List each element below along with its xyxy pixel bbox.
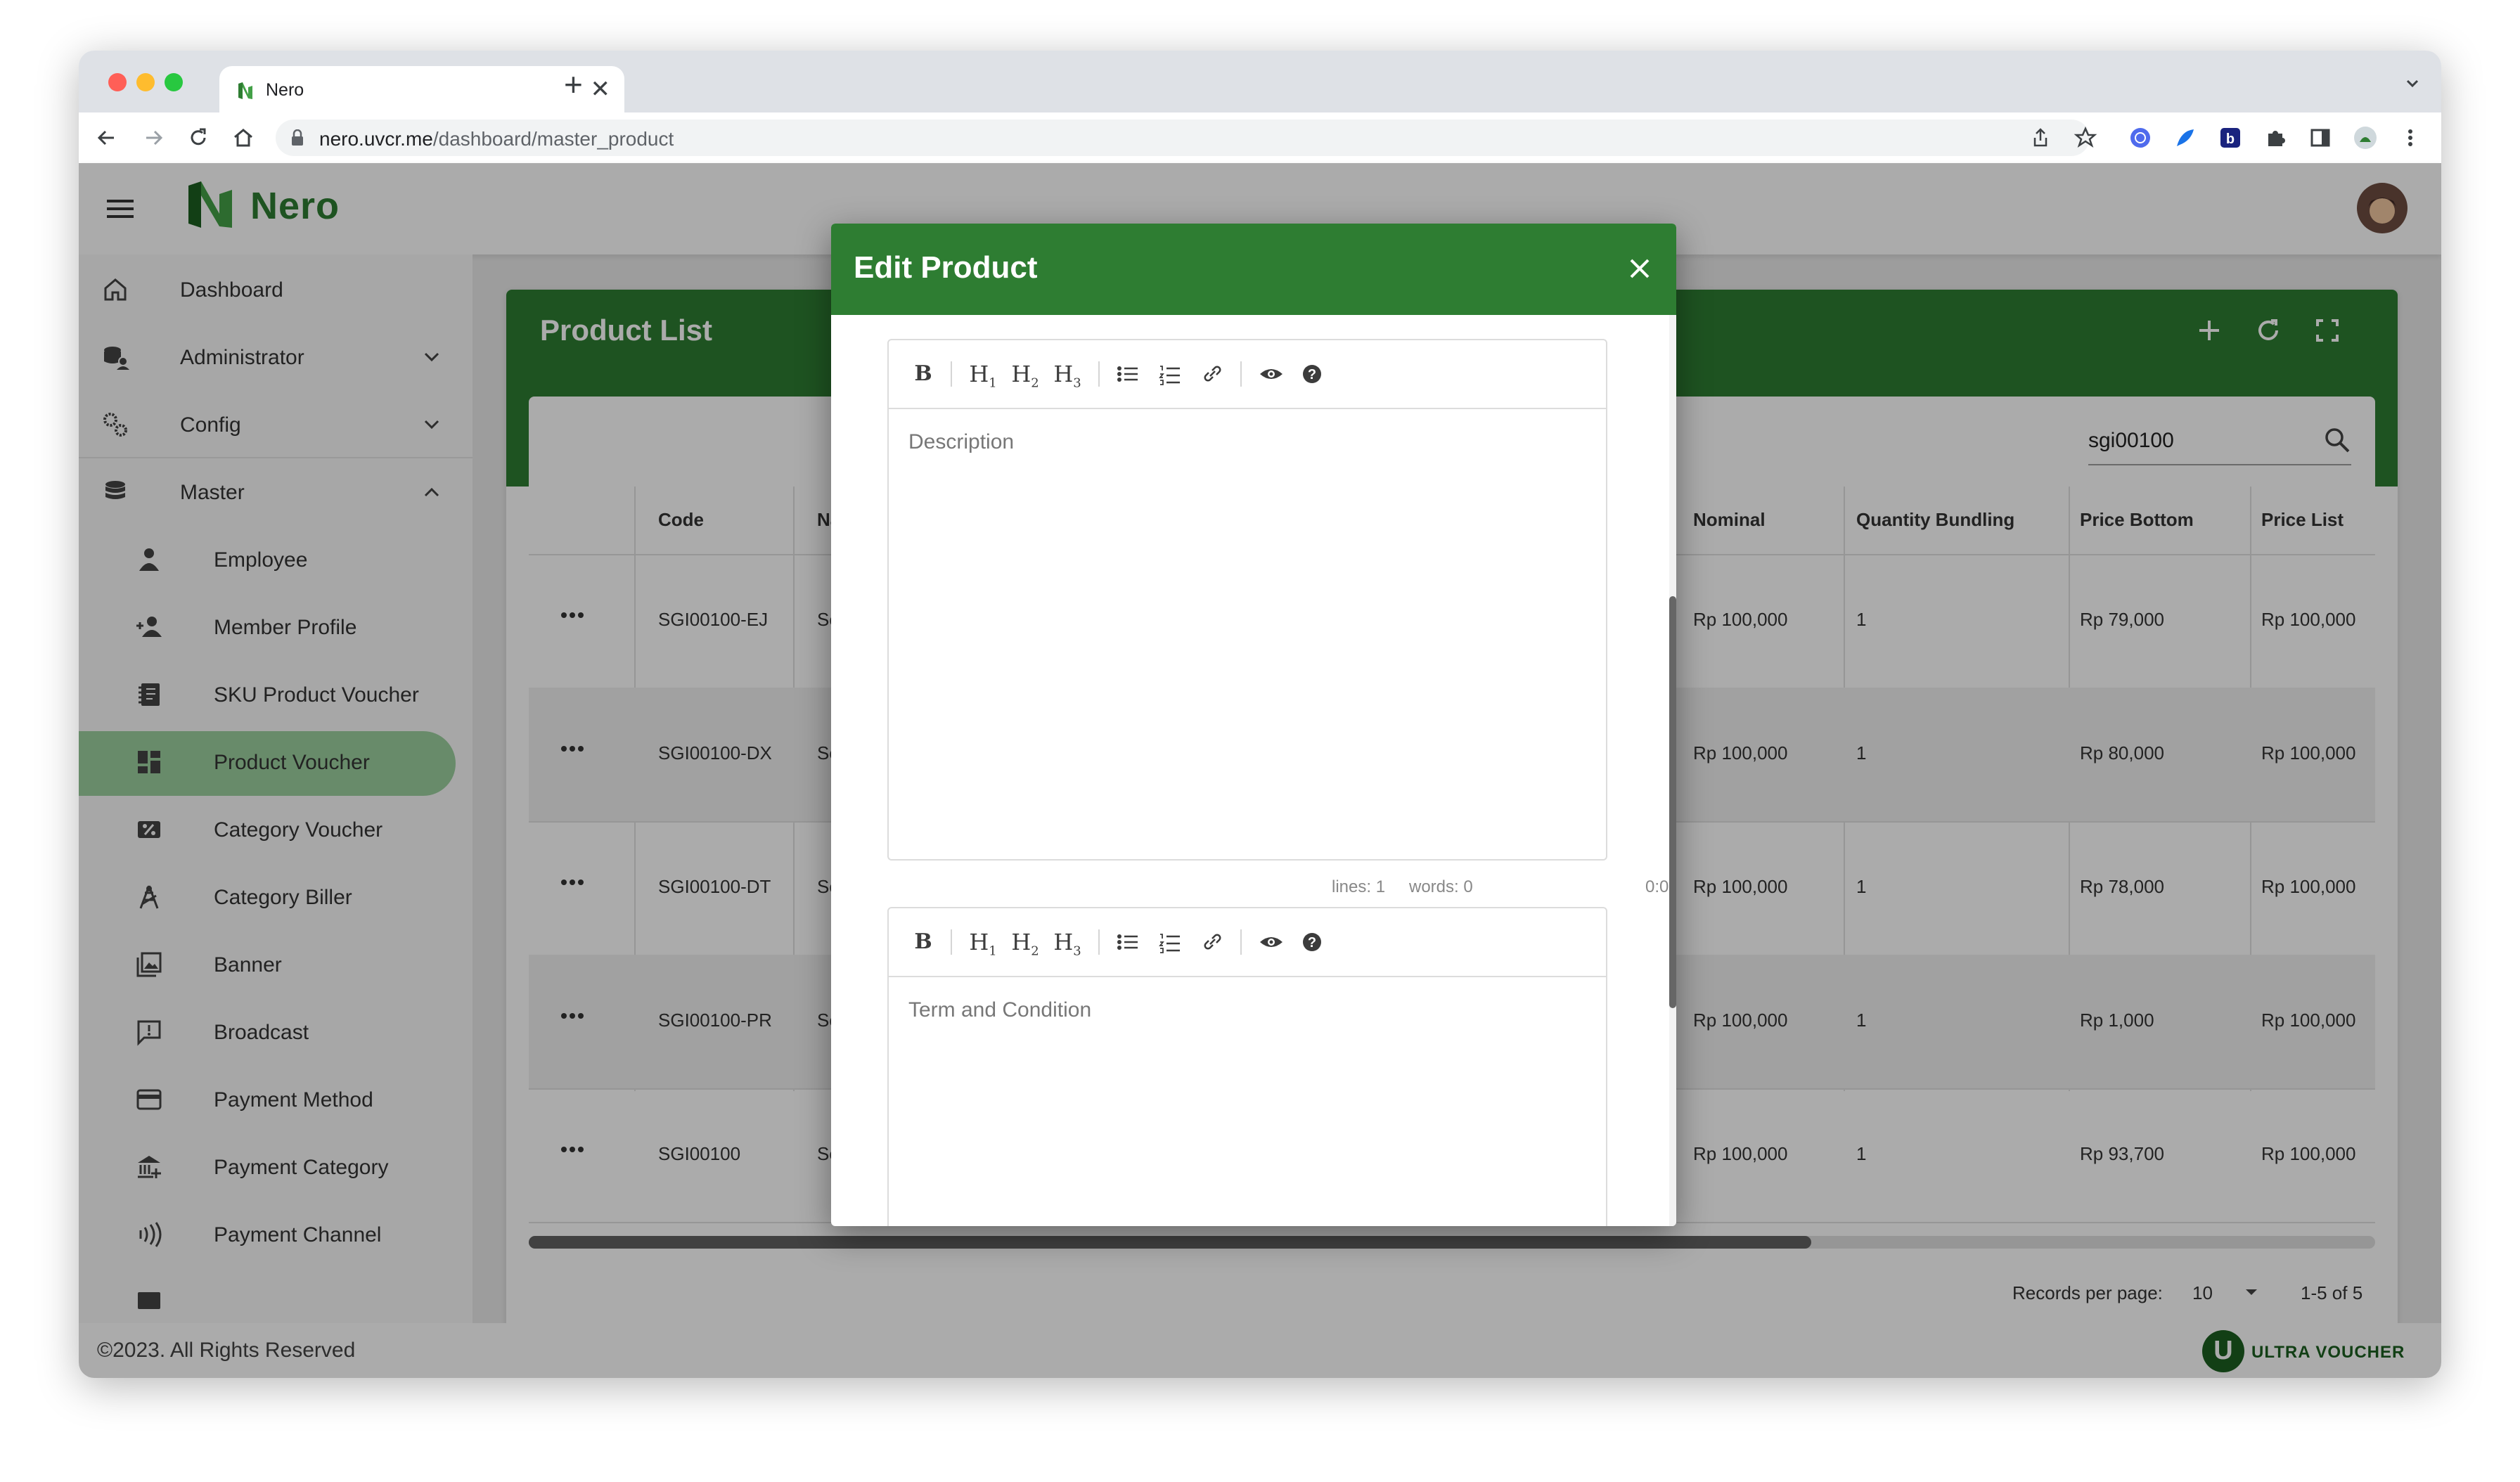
- svg-text:?: ?: [1308, 367, 1316, 382]
- side-panel-icon[interactable]: [2306, 124, 2334, 152]
- modal-header: Edit Product: [831, 224, 1676, 315]
- heading1-letter: H: [969, 929, 989, 955]
- bold-button[interactable]: B: [913, 928, 934, 956]
- edit-product-modal: Edit Product B H1 H2 H3 ? Description li…: [831, 224, 1676, 1226]
- back-icon[interactable]: [93, 124, 121, 152]
- browser-toolbar: nero.uvcr.me/dashboard/master_product b: [79, 112, 2441, 164]
- heading2-button[interactable]: H2: [1010, 360, 1041, 391]
- extension-globe-icon[interactable]: [2126, 124, 2154, 152]
- modal-scrollbar-thumb[interactable]: [1669, 596, 1676, 1008]
- heading3-button[interactable]: H3: [1052, 360, 1083, 391]
- browser-window: Nero ✕ + nero.uvcr.me/dashboard/master_p…: [79, 51, 2441, 1378]
- address-bar[interactable]: nero.uvcr.me/dashboard/master_product: [276, 120, 2090, 156]
- heading1-level: 1: [989, 943, 997, 959]
- help-icon[interactable]: ?: [1299, 928, 1325, 956]
- heading2-level: 2: [1031, 943, 1039, 959]
- heading1-letter: H: [969, 361, 989, 387]
- heading3-letter: H: [1053, 361, 1074, 387]
- tab-bar: Nero ✕ +: [79, 51, 2441, 112]
- svg-text:b: b: [2226, 131, 2235, 147]
- editor-cursor-position: 0:0: [1645, 877, 1669, 896]
- tab-title: Nero: [266, 80, 304, 100]
- heading2-button[interactable]: H2: [1010, 928, 1041, 959]
- new-tab-button[interactable]: +: [564, 68, 583, 101]
- bookmark-star-icon[interactable]: [2071, 124, 2100, 152]
- heading1-level: 1: [989, 375, 997, 391]
- modal-title: Edit Product: [854, 250, 1038, 285]
- editor-words-count: words: 0: [1409, 877, 1473, 896]
- toolbar-separator: [1240, 929, 1242, 955]
- numbered-list-icon[interactable]: [1157, 360, 1183, 388]
- modal-body: B H1 H2 H3 ? Description lines: 1 words:…: [831, 315, 1676, 1226]
- svg-text:?: ?: [1308, 935, 1316, 951]
- link-icon[interactable]: [1200, 360, 1225, 388]
- description-editor: B H1 H2 H3 ? Description: [887, 339, 1607, 861]
- minimize-window-button[interactable]: [136, 73, 155, 91]
- reload-icon[interactable]: [184, 124, 212, 152]
- toolbar-separator: [1098, 929, 1100, 955]
- editor-toolbar: B H1 H2 H3 ?: [889, 340, 1606, 409]
- bullet-list-icon[interactable]: [1115, 360, 1140, 388]
- toolbar-separator: [951, 929, 952, 955]
- profile-icon[interactable]: [2351, 124, 2379, 152]
- description-placeholder[interactable]: Description: [908, 430, 1014, 454]
- terms-placeholder[interactable]: Term and Condition: [908, 998, 1091, 1022]
- close-icon[interactable]: [1626, 254, 1654, 283]
- toolbar-separator: [1240, 361, 1242, 387]
- heading1-button[interactable]: H1: [968, 928, 998, 959]
- forward-icon[interactable]: [139, 124, 167, 152]
- heading3-letter: H: [1053, 929, 1074, 955]
- close-window-button[interactable]: [108, 73, 127, 91]
- heading2-level: 2: [1031, 375, 1039, 391]
- heading2-letter: H: [1011, 361, 1031, 387]
- share-icon[interactable]: [2026, 124, 2055, 152]
- numbered-list-icon[interactable]: [1157, 928, 1183, 956]
- url-host: nero.uvcr.me: [319, 128, 433, 150]
- bullet-list-icon[interactable]: [1115, 928, 1140, 956]
- heading3-button[interactable]: H3: [1052, 928, 1083, 959]
- tab-close-icon[interactable]: ✕: [591, 76, 611, 103]
- preview-eye-icon[interactable]: [1257, 928, 1285, 956]
- url-path: /dashboard/master_product: [432, 128, 674, 150]
- extension-b-icon[interactable]: b: [2216, 124, 2244, 152]
- heading3-level: 3: [1073, 943, 1081, 959]
- help-icon[interactable]: ?: [1299, 360, 1325, 388]
- url-text: nero.uvcr.me/dashboard/master_product: [319, 128, 674, 150]
- extension-feather-icon[interactable]: [2171, 124, 2199, 152]
- terms-editor: B H1 H2 H3 ? Term and Condition: [887, 907, 1607, 1226]
- maximize-window-button[interactable]: [165, 73, 183, 91]
- lock-icon: [292, 129, 303, 146]
- heading2-letter: H: [1011, 929, 1031, 955]
- toolbar-separator: [1098, 361, 1100, 387]
- nero-favicon-icon: [238, 82, 252, 99]
- toolbar-separator: [951, 361, 952, 387]
- more-menu-icon[interactable]: [2396, 124, 2424, 152]
- editor-toolbar: B H1 H2 H3 ?: [889, 908, 1606, 977]
- editor-lines-count: lines: 1: [1332, 877, 1386, 896]
- preview-eye-icon[interactable]: [1257, 360, 1285, 388]
- home-browser-icon[interactable]: [229, 124, 257, 152]
- modal-scrollbar[interactable]: [1669, 315, 1676, 1226]
- heading3-level: 3: [1073, 375, 1081, 391]
- extensions-puzzle-icon[interactable]: [2261, 124, 2289, 152]
- link-icon[interactable]: [1200, 928, 1225, 956]
- heading1-button[interactable]: H1: [968, 360, 998, 391]
- bold-button[interactable]: B: [913, 360, 934, 388]
- tab-search-chevron-icon[interactable]: [2405, 76, 2420, 91]
